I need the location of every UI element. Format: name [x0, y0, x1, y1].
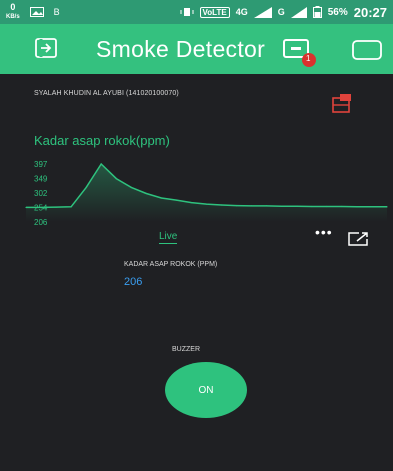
user-name: SYALAH KHUDIN AL AYUBI (141020100070) [34, 90, 179, 97]
device-button[interactable]: 1 [283, 38, 317, 68]
buzzer-button[interactable]: ON [165, 362, 247, 418]
y-tick-label: 302 [34, 189, 48, 198]
data-point [296, 205, 298, 207]
network-speed-value: 0 [10, 2, 16, 12]
notification-icon[interactable] [332, 94, 354, 114]
data-point [281, 205, 283, 207]
expand-icon[interactable] [348, 232, 368, 246]
value-label: KADAR ASAP ROKOK (PPM) [124, 261, 218, 268]
data-point [311, 205, 313, 208]
battery-level: 56% [327, 6, 348, 18]
tab-live[interactable]: Live [159, 231, 178, 244]
signal-icon [253, 6, 272, 18]
smoke-value: 206 [124, 276, 143, 288]
vibrate-icon [180, 8, 194, 16]
notification-badge: 1 [306, 54, 311, 63]
series-area [26, 164, 387, 222]
network-speed: 0 KB/s [6, 3, 20, 21]
content-area: SYALAH KHUDIN AL AYUBI (141020100070) Ka… [0, 74, 393, 471]
volte-icon: VoLTE [199, 6, 230, 18]
data-point [100, 163, 102, 165]
y-tick-label: 349 [34, 175, 48, 184]
data-point [70, 206, 72, 208]
data-point [175, 199, 178, 201]
buzzer-button-label: ON [198, 384, 214, 396]
data-point [40, 206, 42, 209]
data-point [145, 192, 147, 195]
data-point [205, 203, 208, 205]
status-bar: 0 KB/s B VoLTE 4G G 56% 20:27 [0, 0, 393, 24]
data-point [371, 206, 373, 208]
data-point [160, 197, 162, 199]
data-point [235, 205, 238, 207]
page-title: Smoke Detector [96, 36, 266, 62]
data-point [251, 205, 253, 207]
app-bar: Smoke Detector 1 [0, 24, 393, 74]
data-point [25, 206, 27, 209]
data-point [130, 186, 132, 188]
data-point [190, 201, 193, 204]
data-point [55, 206, 57, 208]
b-icon: B [53, 7, 60, 17]
data-point [386, 206, 388, 208]
exit-icon[interactable] [33, 38, 59, 58]
more-icon[interactable]: ••• [315, 224, 333, 240]
chart-area: 397349302254206 [25, 160, 388, 227]
status-left: 0 KB/s B [6, 3, 60, 21]
gallery-icon [29, 7, 44, 17]
device-icon [283, 39, 316, 67]
clock: 20:27 [353, 4, 387, 20]
data-point [356, 206, 358, 208]
data-point [266, 205, 268, 207]
network-type: 4G [235, 7, 248, 17]
data-point [85, 186, 87, 188]
network-type-2: G [277, 7, 285, 17]
data-point [220, 204, 223, 206]
y-tick-label: 397 [34, 160, 48, 169]
buzzer-label: BUZZER [172, 346, 200, 353]
data-point [115, 177, 117, 180]
data-point [341, 205, 343, 208]
window-icon[interactable] [352, 40, 382, 60]
data-point [326, 205, 328, 208]
signal-2-icon [290, 6, 307, 18]
network-speed-unit: KB/s [6, 14, 20, 20]
battery-icon [312, 6, 322, 18]
status-right: VoLTE 4G G 56% 20:27 [180, 5, 387, 20]
